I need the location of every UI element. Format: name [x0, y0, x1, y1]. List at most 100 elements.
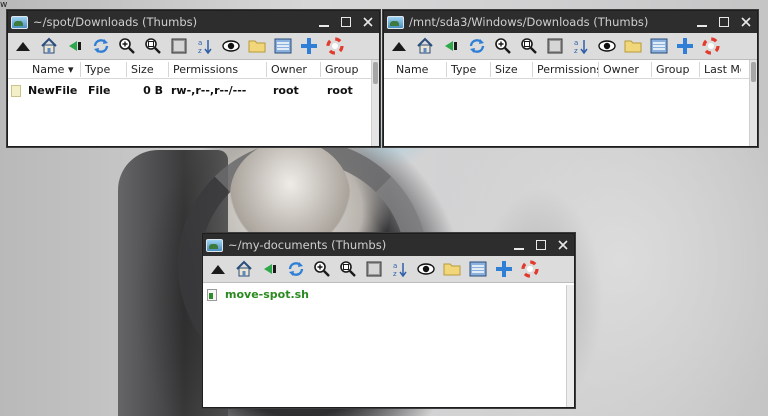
- zoom-in-button[interactable]: [491, 34, 515, 58]
- view-button[interactable]: [362, 257, 386, 281]
- file-list[interactable]: move-spot.sh: [203, 285, 574, 407]
- minimize-button[interactable]: [313, 11, 335, 33]
- minimize-button[interactable]: [508, 234, 530, 256]
- new-folder-button[interactable]: [440, 257, 464, 281]
- refresh-button[interactable]: [89, 34, 113, 58]
- home-button[interactable]: [413, 34, 437, 58]
- back-button[interactable]: [439, 34, 463, 58]
- zoom-in-button[interactable]: [115, 34, 139, 58]
- column-header-group[interactable]: Group: [651, 61, 699, 77]
- window-title: ~/my-documents (Thumbs): [228, 238, 387, 252]
- sort-button[interactable]: az: [193, 34, 217, 58]
- help-icon: [326, 37, 344, 55]
- refresh-button[interactable]: [465, 34, 489, 58]
- zoom-out-button[interactable]: [517, 34, 541, 58]
- zoom-out-icon: [340, 261, 356, 277]
- up-button[interactable]: [11, 34, 35, 58]
- scrollbar-thumb[interactable]: [373, 62, 378, 84]
- window-titlebar[interactable]: ~/my-documents (Thumbs): [203, 234, 574, 256]
- list-view-button[interactable]: [647, 34, 671, 58]
- maximize-button[interactable]: [530, 234, 552, 256]
- up-button[interactable]: [387, 34, 411, 58]
- minimize-icon: [319, 25, 329, 27]
- close-button[interactable]: [357, 11, 379, 33]
- back-icon: [445, 41, 457, 51]
- file-row[interactable]: move-spot.sh: [203, 285, 574, 304]
- column-header-type[interactable]: Type: [80, 61, 126, 77]
- column-header-size[interactable]: Size: [126, 61, 168, 77]
- sort-button[interactable]: az: [569, 34, 593, 58]
- file-list[interactable]: Name ▾ Type Size Permissions Owner Group…: [8, 60, 379, 146]
- zoom-out-button[interactable]: [336, 257, 360, 281]
- new-folder-button[interactable]: [245, 34, 269, 58]
- column-header-last-modified[interactable]: Last Mo: [699, 61, 741, 77]
- list-view-button[interactable]: [466, 257, 490, 281]
- column-header-owner[interactable]: Owner: [598, 61, 651, 77]
- maximize-button[interactable]: [713, 11, 735, 33]
- up-arrow-icon: [392, 42, 406, 51]
- file-icon: [11, 84, 21, 97]
- vertical-scrollbar[interactable]: [749, 60, 757, 146]
- close-button[interactable]: [552, 234, 574, 256]
- add-icon: [496, 261, 512, 277]
- back-button[interactable]: [258, 257, 282, 281]
- back-button[interactable]: [63, 34, 87, 58]
- window-title: /mnt/sda3/Windows/Downloads (Thumbs): [409, 15, 649, 29]
- home-button[interactable]: [232, 257, 256, 281]
- sort-icon: az: [574, 39, 588, 55]
- zoom-in-button[interactable]: [310, 257, 334, 281]
- refresh-button[interactable]: [284, 257, 308, 281]
- filer-window-my-documents[interactable]: ~/my-documents (Thumbs) az move-spot.sh: [202, 233, 575, 408]
- column-header-name[interactable]: Name: [392, 62, 446, 77]
- home-button[interactable]: [37, 34, 61, 58]
- column-header-owner[interactable]: Owner: [266, 61, 320, 77]
- add-button[interactable]: [297, 34, 321, 58]
- window-titlebar[interactable]: /mnt/sda3/Windows/Downloads (Thumbs): [384, 11, 757, 33]
- column-header-permissions[interactable]: Permissions: [532, 61, 598, 77]
- zoom-out-button[interactable]: [141, 34, 165, 58]
- toolbar: az: [8, 33, 379, 60]
- close-button[interactable]: [735, 11, 757, 33]
- column-header-permissions[interactable]: Permissions: [168, 61, 266, 77]
- list-view-button[interactable]: [271, 34, 295, 58]
- zoom-out-icon: [145, 38, 161, 54]
- show-hidden-button[interactable]: [595, 34, 619, 58]
- help-button[interactable]: [699, 34, 723, 58]
- vertical-scrollbar[interactable]: [371, 60, 379, 146]
- svg-text:a: a: [574, 39, 578, 47]
- minimize-button[interactable]: [691, 11, 713, 33]
- show-hidden-button[interactable]: [414, 257, 438, 281]
- column-header-size[interactable]: Size: [490, 61, 532, 77]
- file-list[interactable]: Name Type Size Permissions Owner Group L…: [384, 60, 757, 146]
- view-icon: [366, 261, 382, 277]
- window-titlebar[interactable]: ~/spot/Downloads (Thumbs): [8, 11, 379, 33]
- refresh-icon: [93, 39, 109, 53]
- add-button[interactable]: [673, 34, 697, 58]
- back-icon: [264, 264, 276, 274]
- column-header-group[interactable]: Group: [320, 61, 368, 77]
- file-row[interactable]: NewFile File 0 B rw-,r--,r--/--- root ro…: [8, 81, 379, 100]
- column-header-type[interactable]: Type: [446, 61, 490, 77]
- filer-window-sda3-downloads[interactable]: /mnt/sda3/Windows/Downloads (Thumbs) az …: [383, 10, 758, 147]
- sort-button[interactable]: az: [388, 257, 412, 281]
- view-button[interactable]: [543, 34, 567, 58]
- app-icon: [387, 15, 404, 29]
- help-button[interactable]: [518, 257, 542, 281]
- shell-script-icon: [207, 288, 217, 301]
- column-header-name[interactable]: Name ▾: [28, 62, 80, 77]
- vertical-scrollbar[interactable]: [566, 285, 574, 407]
- refresh-icon: [469, 39, 485, 53]
- view-button[interactable]: [167, 34, 191, 58]
- add-button[interactable]: [492, 257, 516, 281]
- filer-window-spot-downloads[interactable]: ~/spot/Downloads (Thumbs) az Name ▾ Type…: [7, 10, 380, 147]
- show-hidden-button[interactable]: [219, 34, 243, 58]
- desktop-corner-label: w: [0, 0, 8, 10]
- scrollbar-thumb[interactable]: [751, 62, 756, 82]
- up-button[interactable]: [206, 257, 230, 281]
- file-owner: root: [273, 84, 299, 97]
- eye-icon: [222, 40, 240, 52]
- maximize-button[interactable]: [335, 11, 357, 33]
- svg-text:z: z: [393, 270, 397, 278]
- help-button[interactable]: [323, 34, 347, 58]
- new-folder-button[interactable]: [621, 34, 645, 58]
